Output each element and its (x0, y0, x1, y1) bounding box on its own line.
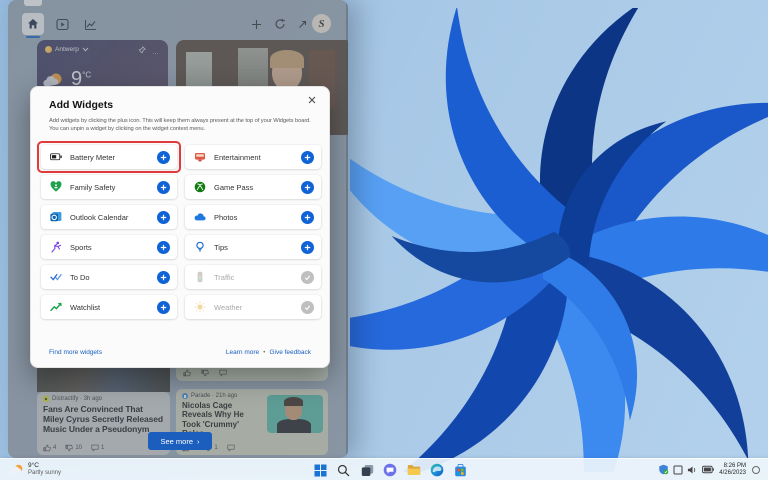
widget-pill-battery-meter[interactable]: Battery Meter (41, 145, 177, 169)
check-icon (304, 274, 311, 280)
learn-more-link[interactable]: Learn more (226, 349, 259, 356)
plus-icon (304, 184, 311, 190)
dialog-title: Add Widgets (49, 99, 114, 111)
add-photos-button[interactable] (301, 210, 314, 224)
task-view-button[interactable] (359, 462, 375, 478)
plus-icon (160, 244, 167, 250)
clock-time: 8:26 PM (723, 463, 746, 469)
plus-icon (160, 274, 167, 280)
dialog-description: Add widgets by clicking the plus icon. T… (49, 118, 311, 132)
add-tips-button[interactable] (301, 240, 314, 254)
give-feedback-link[interactable]: Give feedback (269, 349, 311, 356)
entertainment-icon (195, 153, 205, 162)
file-explorer-button[interactable] (406, 462, 422, 478)
photos-icon (194, 213, 206, 221)
clock-date: 4/26/2023 (719, 469, 746, 476)
notification-center-icon[interactable] (752, 466, 760, 474)
store-button[interactable] (452, 462, 468, 478)
add-to-do-button[interactable] (157, 270, 170, 284)
widget-pill-entertainment[interactable]: Entertainment (185, 145, 321, 169)
plus-icon (304, 244, 311, 250)
weather-added-badge (301, 300, 314, 314)
widget-pill-family-safety[interactable]: Family Safety (41, 175, 177, 199)
widget-pill-watchlist[interactable]: Watchlist (41, 295, 177, 319)
microsoft-store-icon (454, 463, 466, 476)
add-entertainment-button[interactable] (301, 150, 314, 164)
widget-pill-to-do[interactable]: To Do (41, 265, 177, 289)
add-family-safety-button[interactable] (157, 180, 170, 194)
add-watchlist-button[interactable] (157, 300, 170, 314)
family-safety-heart-icon (50, 181, 62, 192)
close-icon (308, 96, 316, 104)
widgets-panel: S Antwerp … 9°C Sunset 8:55 PM › (8, 0, 348, 458)
security-shield-icon[interactable] (658, 464, 669, 475)
add-battery-meter-button[interactable] (157, 150, 170, 164)
edge-icon (430, 463, 444, 477)
weather-sun-icon (194, 301, 206, 313)
plus-icon (304, 214, 311, 220)
add-outlook-calendar-button[interactable] (157, 210, 170, 224)
add-sports-button[interactable] (157, 240, 170, 254)
folder-icon (407, 465, 421, 475)
battery-tray-icon[interactable] (702, 465, 714, 474)
widget-grid: Battery Meter Entertainment Family Safet… (41, 145, 321, 319)
close-dialog-button[interactable] (305, 93, 319, 107)
plus-icon (160, 184, 167, 190)
traffic-light-icon (197, 271, 203, 283)
edge-button[interactable] (429, 462, 445, 478)
search-icon (337, 464, 349, 476)
battery-icon (50, 153, 62, 161)
game-pass-xbox-icon (194, 181, 206, 193)
widget-pill-sports[interactable]: Sports (41, 235, 177, 259)
add-game-pass-button[interactable] (301, 180, 314, 194)
speaker-icon[interactable] (687, 465, 698, 475)
traffic-added-badge (301, 270, 314, 284)
dialog-footer: Find more widgets Learn more • Give feed… (31, 349, 329, 356)
search-button[interactable] (335, 462, 351, 478)
system-tray (658, 464, 714, 475)
widget-pill-photos[interactable]: Photos (185, 205, 321, 229)
tips-lightbulb-icon (196, 241, 204, 252)
footer-separator: • (263, 349, 266, 356)
chat-icon (383, 463, 397, 477)
partly-sunny-icon (10, 464, 23, 475)
sports-runner-icon (51, 241, 62, 253)
widget-pill-tips[interactable]: Tips (185, 235, 321, 259)
taskbar-weather-temp: 9°C (28, 462, 39, 470)
tray-app-icon[interactable] (673, 465, 683, 475)
watchlist-trend-icon (50, 302, 62, 312)
check-icon (304, 304, 311, 310)
widget-pill-outlook-calendar[interactable]: Outlook Calendar (41, 205, 177, 229)
widget-pill-game-pass[interactable]: Game Pass (185, 175, 321, 199)
add-widgets-dialog: Add Widgets Add widgets by clicking the … (30, 86, 330, 368)
plus-icon (304, 154, 311, 160)
find-more-widgets-link[interactable]: Find more widgets (49, 349, 102, 356)
to-do-checks-icon (50, 273, 62, 281)
taskbar-clock[interactable]: 8:26 PM 4/26/2023 (719, 463, 746, 477)
outlook-calendar-icon (50, 212, 62, 222)
plus-icon (160, 304, 167, 310)
plus-icon (160, 154, 167, 160)
wallpaper-bloom (350, 8, 768, 472)
taskbar-weather-condition: Partly sunny (28, 470, 62, 477)
windows-logo-icon (314, 464, 326, 476)
widget-pill-traffic[interactable]: Traffic (185, 265, 321, 289)
taskbar-weather-button[interactable]: 9°C Partly sunny (5, 460, 66, 480)
plus-icon (160, 214, 167, 220)
chat-button[interactable] (382, 462, 398, 478)
start-button[interactable] (312, 462, 328, 478)
see-more-button[interactable]: See more › (148, 432, 212, 450)
task-view-icon (361, 464, 373, 476)
widget-pill-weather[interactable]: Weather (185, 295, 321, 319)
taskbar: 9°C Partly sunny 8:26 PM 4/26/2023 (0, 458, 768, 480)
